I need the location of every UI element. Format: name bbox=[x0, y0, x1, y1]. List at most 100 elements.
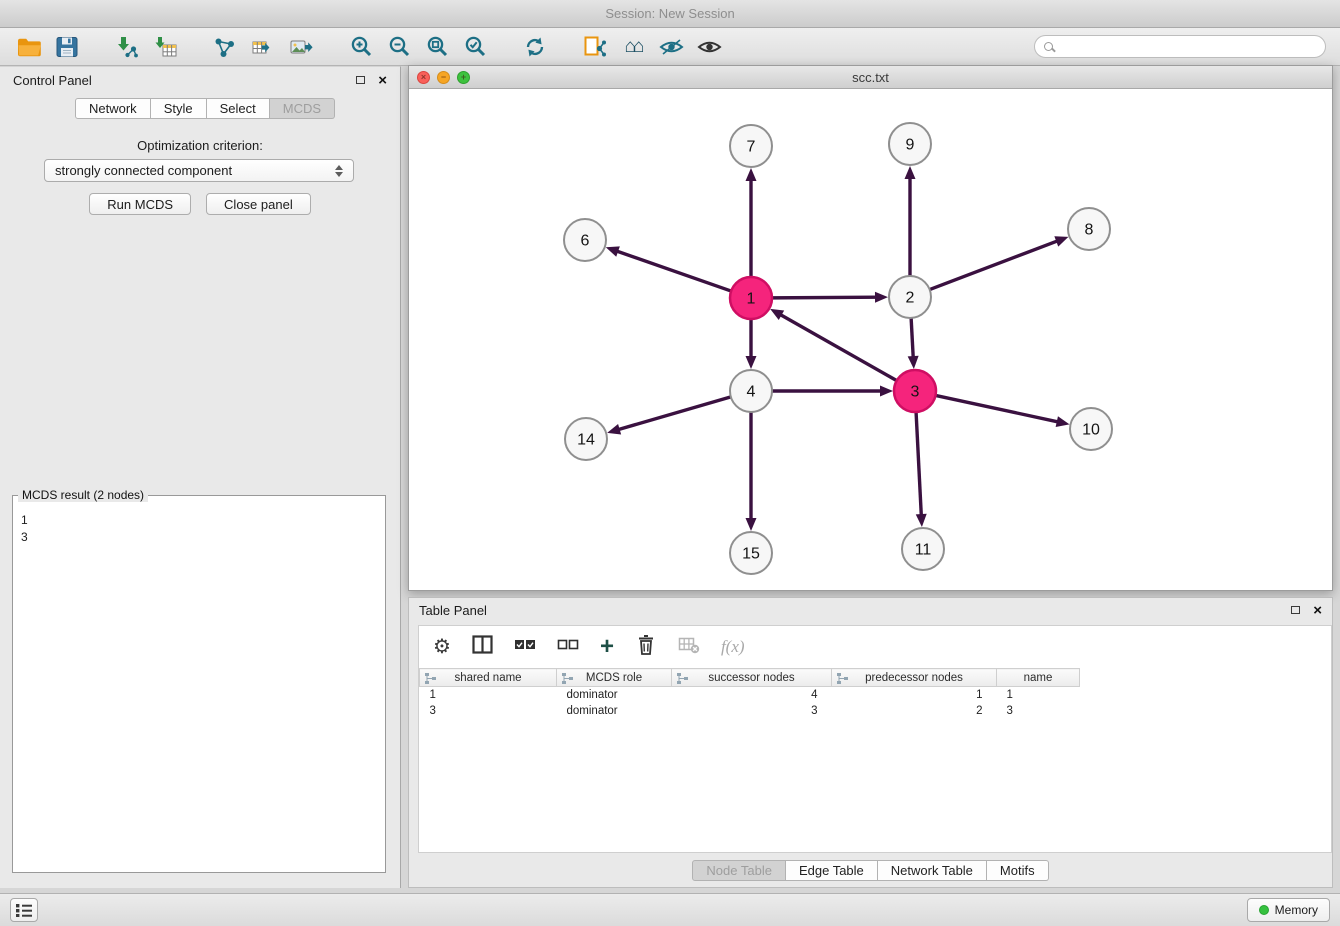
tab-node-table[interactable]: Node Table bbox=[692, 860, 786, 881]
open-file-button[interactable] bbox=[10, 32, 48, 62]
zoom-selected-button[interactable] bbox=[456, 32, 494, 62]
import-table-button[interactable] bbox=[146, 32, 184, 62]
home-layout-button[interactable]: ⌂⌂ bbox=[614, 32, 652, 62]
delete-column-button[interactable] bbox=[635, 634, 657, 660]
graph-edge-1-4[interactable] bbox=[746, 319, 757, 369]
graph-node-4[interactable]: 4 bbox=[730, 370, 772, 412]
column-header-shared-name[interactable]: shared name bbox=[420, 669, 557, 687]
create-column-button[interactable]: + bbox=[600, 635, 614, 659]
table-cell[interactable]: 2 bbox=[832, 703, 997, 719]
search-input[interactable] bbox=[1060, 40, 1316, 54]
main-toolbar: ⌂⌂ bbox=[0, 28, 1340, 66]
zoom-window-icon[interactable]: + bbox=[457, 71, 470, 84]
table-cell[interactable]: 1 bbox=[997, 687, 1080, 703]
export-table-button[interactable] bbox=[244, 32, 282, 62]
close-window-icon[interactable]: × bbox=[417, 71, 430, 84]
graph-node-1[interactable]: 1 bbox=[730, 277, 772, 319]
table-cell[interactable]: 3 bbox=[420, 703, 557, 719]
table-cell[interactable]: 1 bbox=[832, 687, 997, 703]
optimization-dropdown[interactable]: strongly connected component bbox=[44, 159, 354, 182]
graph-edge-3-10[interactable] bbox=[936, 395, 1070, 427]
zoom-fit-icon bbox=[426, 35, 449, 58]
save-session-button[interactable] bbox=[48, 32, 86, 62]
graph-node-8[interactable]: 8 bbox=[1068, 208, 1110, 250]
graph-edge-1-7[interactable] bbox=[746, 168, 757, 277]
tab-motifs[interactable]: Motifs bbox=[987, 860, 1049, 881]
refresh-view-button[interactable] bbox=[516, 32, 554, 62]
export-image-button[interactable] bbox=[282, 32, 320, 62]
network-canvas[interactable]: 7 9 6 8 1 2 4 3 14 10 15 11 bbox=[409, 89, 1332, 590]
memory-button[interactable]: Memory bbox=[1247, 898, 1330, 922]
graph-edge-2-9[interactable] bbox=[905, 166, 916, 276]
import-network-icon bbox=[115, 36, 139, 58]
select-all-button[interactable] bbox=[514, 637, 536, 657]
graph-edge-1-6[interactable] bbox=[606, 246, 731, 291]
table-cell[interactable]: 3 bbox=[997, 703, 1080, 719]
graph-edge-2-8[interactable] bbox=[930, 236, 1069, 289]
zoom-fit-button[interactable] bbox=[418, 32, 456, 62]
float-panel-icon[interactable] bbox=[356, 76, 365, 84]
float-table-panel-icon[interactable] bbox=[1291, 606, 1300, 614]
close-table-panel-icon[interactable]: × bbox=[1313, 603, 1322, 618]
svg-text:10: 10 bbox=[1082, 422, 1100, 439]
mcds-result-item[interactable]: 3 bbox=[21, 529, 377, 546]
first-neighbors-button[interactable] bbox=[576, 32, 614, 62]
graph-node-9[interactable]: 9 bbox=[889, 123, 931, 165]
column-header-successor-nodes[interactable]: successor nodes bbox=[672, 669, 832, 687]
tab-network-table[interactable]: Network Table bbox=[878, 860, 987, 881]
graph-edge-3-11[interactable] bbox=[916, 412, 927, 527]
table-cell[interactable]: dominator bbox=[557, 687, 672, 703]
tab-select[interactable]: Select bbox=[207, 98, 270, 119]
table-cell[interactable]: dominator bbox=[557, 703, 672, 719]
graph-node-10[interactable]: 10 bbox=[1070, 408, 1112, 450]
network-titlebar[interactable]: × − + scc.txt bbox=[409, 66, 1332, 89]
tab-network[interactable]: Network bbox=[75, 98, 151, 119]
tab-style[interactable]: Style bbox=[151, 98, 207, 119]
graph-node-14[interactable]: 14 bbox=[565, 418, 607, 460]
graph-node-7[interactable]: 7 bbox=[730, 125, 772, 167]
graph-edge-3-1[interactable] bbox=[770, 309, 897, 381]
import-network-button[interactable] bbox=[108, 32, 146, 62]
new-network-button[interactable] bbox=[206, 32, 244, 62]
graph-node-3[interactable]: 3 bbox=[894, 370, 936, 412]
function-builder-button[interactable]: f(x) bbox=[721, 637, 745, 657]
graph-edge-2-3[interactable] bbox=[908, 318, 919, 369]
zoom-selected-icon bbox=[464, 35, 487, 58]
run-mcds-button[interactable]: Run MCDS bbox=[89, 193, 191, 215]
minimize-window-icon[interactable]: − bbox=[437, 71, 450, 84]
delete-table-button[interactable] bbox=[678, 636, 700, 659]
table-cell[interactable]: 1 bbox=[420, 687, 557, 703]
column-browser-button[interactable] bbox=[472, 635, 493, 659]
graph-edge-1-2[interactable] bbox=[772, 292, 888, 303]
table-cell[interactable]: 4 bbox=[672, 687, 832, 703]
table-row[interactable]: 3dominator323 bbox=[420, 703, 1080, 719]
zoom-out-button[interactable] bbox=[380, 32, 418, 62]
zoom-in-button[interactable] bbox=[342, 32, 380, 62]
deselect-all-button[interactable] bbox=[557, 637, 579, 657]
tab-edge-table[interactable]: Edge Table bbox=[786, 860, 878, 881]
graph-node-2[interactable]: 2 bbox=[889, 276, 931, 318]
graph-edge-4-3[interactable] bbox=[772, 386, 893, 397]
column-header-predecessor-nodes[interactable]: predecessor nodes bbox=[832, 669, 997, 687]
tab-mcds[interactable]: MCDS bbox=[270, 98, 335, 119]
graph-node-15[interactable]: 15 bbox=[730, 532, 772, 574]
graph-edge-4-15[interactable] bbox=[746, 412, 757, 531]
column-browser-icon bbox=[472, 635, 493, 654]
status-bar: Memory bbox=[0, 893, 1340, 926]
graph-node-6[interactable]: 6 bbox=[564, 219, 606, 261]
column-header-name[interactable]: name bbox=[997, 669, 1080, 687]
search-box[interactable] bbox=[1034, 35, 1326, 58]
style-visibility-button[interactable] bbox=[652, 32, 690, 62]
table-cell[interactable]: 3 bbox=[672, 703, 832, 719]
column-header-mcds-role[interactable]: MCDS role bbox=[557, 669, 672, 687]
mcds-result-item[interactable]: 1 bbox=[21, 512, 377, 529]
table-settings-button[interactable]: ⚙ bbox=[433, 637, 451, 658]
close-panel-icon[interactable]: × bbox=[378, 73, 387, 88]
task-history-button[interactable] bbox=[10, 898, 38, 922]
graph-edge-4-14[interactable] bbox=[607, 397, 731, 435]
column-type-icon bbox=[837, 673, 848, 687]
graph-node-11[interactable]: 11 bbox=[902, 528, 944, 570]
show-hide-graphics-button[interactable] bbox=[690, 32, 728, 62]
table-row[interactable]: 1dominator411 bbox=[420, 687, 1080, 703]
close-panel-button[interactable]: Close panel bbox=[206, 193, 311, 215]
